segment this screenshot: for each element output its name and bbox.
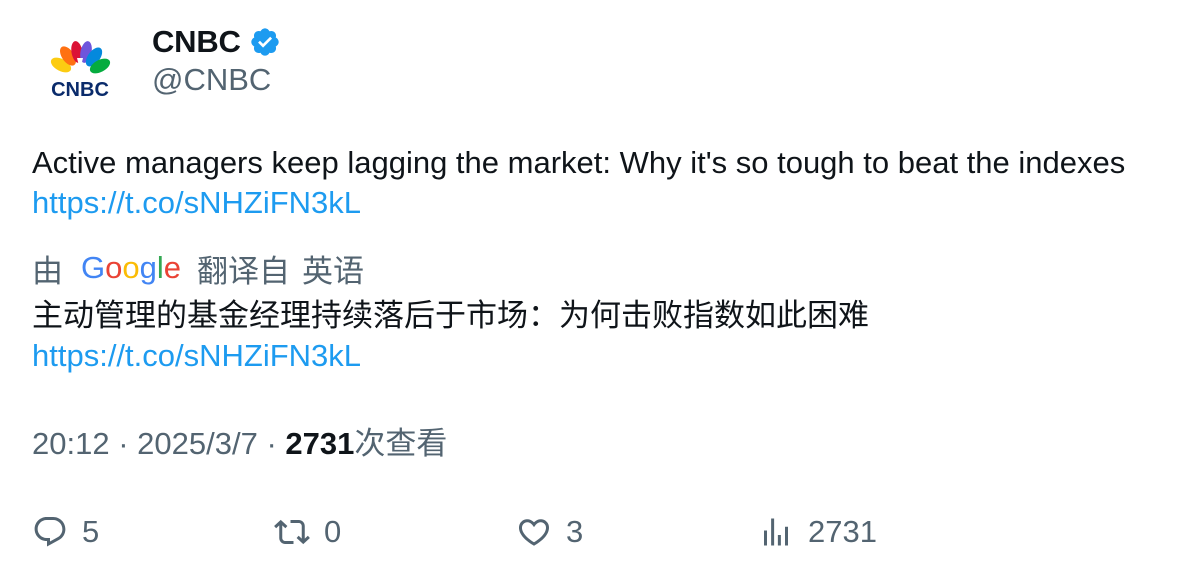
views-action-count: 2731 [808, 514, 877, 549]
translation-prefix: 由 [32, 253, 63, 289]
translated-text: 主动管理的基金经理持续落后于市场：为何击败指数如此困难 https://t.co… [32, 296, 1182, 376]
tweet-time[interactable]: 20:12 [32, 426, 110, 461]
tweet-text-line: Active managers keep lagging the market:… [32, 145, 1126, 180]
tweet-link[interactable]: https://t.co/sNHZiFN3kL [32, 183, 1182, 223]
views-count: 2731 [285, 426, 355, 461]
meta-separator: · [266, 426, 277, 461]
meta-separator: · [118, 426, 129, 461]
svg-text:Google: Google [81, 250, 181, 285]
author-name-row[interactable]: CNBC [152, 22, 281, 62]
retweet-count: 0 [324, 514, 342, 549]
logo-text: CNBC [51, 79, 109, 101]
tweet-text: Active managers keep lagging the market:… [32, 143, 1182, 223]
reply-icon [34, 517, 66, 547]
reply-button[interactable]: 5 [32, 508, 99, 556]
avatar[interactable]: CNBC [40, 36, 120, 102]
like-button[interactable]: 3 [516, 508, 583, 556]
translated-text-line: 主动管理的基金经理持续落后于市场：为何击败指数如此困难 [32, 298, 869, 333]
views-button[interactable]: 2731 [758, 508, 877, 556]
author-handle[interactable]: @CNBC [152, 62, 271, 98]
translated-link[interactable]: https://t.co/sNHZiFN3kL [32, 336, 1182, 376]
analytics-icon [764, 518, 788, 546]
google-logo-icon: Google [81, 250, 181, 285]
translation-suffix: 翻译自 [197, 253, 290, 289]
verified-badge-icon[interactable] [249, 26, 281, 58]
retweet-button[interactable]: 0 [274, 508, 341, 556]
views-label: 次查看 [354, 426, 448, 461]
tweet-meta: 20:12 · 2025/3/7 · 2731次查看 [32, 424, 447, 464]
like-count: 3 [566, 514, 584, 549]
translation-attribution: 由 Google 翻译自 英语 [32, 246, 364, 290]
action-bar: 5 0 3 2731 [0, 508, 1196, 556]
cnbc-logo: CNBC [50, 41, 111, 101]
reply-count: 5 [82, 514, 100, 549]
heart-icon [518, 519, 550, 546]
translation-source-language: 英语 [302, 253, 364, 289]
retweet-icon [274, 519, 310, 545]
author-display-name[interactable]: CNBC [152, 24, 241, 60]
tweet-date[interactable]: 2025/3/7 [137, 426, 258, 461]
